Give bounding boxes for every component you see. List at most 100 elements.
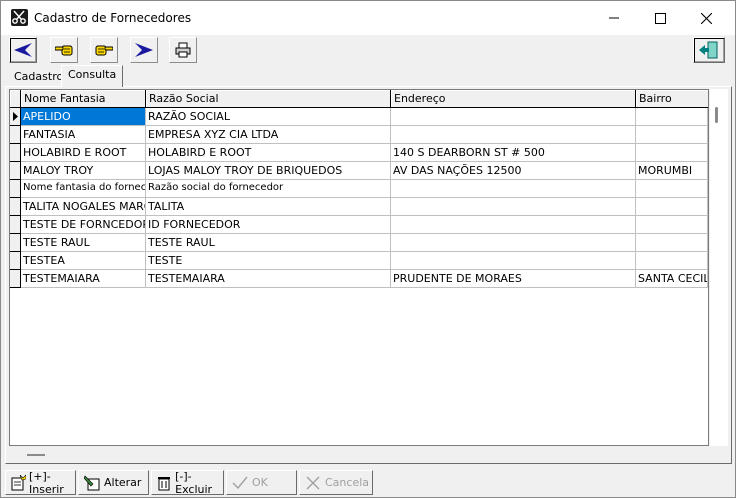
cell-nome-fantasia[interactable]: MALOY TROY [21, 162, 146, 180]
app-scissors-icon [11, 9, 28, 26]
cell-nome-fantasia[interactable]: TESTE RAUL [21, 234, 146, 252]
grid-vertical-scrollbar[interactable] [710, 89, 728, 446]
cell-bairro[interactable] [636, 198, 708, 216]
action-bar: [+]-Inserir Alterar [-]-Excluir OK Cance… [1, 467, 735, 497]
ok-button[interactable]: OK [226, 470, 297, 495]
cell-nome-fantasia[interactable]: TESTEMAIARA [21, 270, 146, 288]
column-header-bairro[interactable]: Bairro [636, 90, 708, 107]
column-header-razao-social[interactable]: Razão Social [146, 90, 391, 107]
row-indicator [10, 270, 21, 288]
exit-door-icon [699, 41, 719, 59]
trash-icon [156, 474, 172, 492]
cell-razao-social[interactable]: LOJAS MALOY TROY DE BRIQUEDOS [146, 162, 391, 180]
cell-bairro[interactable] [636, 216, 708, 234]
table-row[interactable]: TESTE RAUL TESTE RAUL [21, 234, 708, 252]
cell-bairro[interactable] [636, 126, 708, 144]
cell-endereco[interactable] [391, 252, 636, 270]
horizontal-scroll-thumb[interactable] [27, 454, 45, 456]
cell-nome-fantasia[interactable]: APELIDO [21, 108, 146, 126]
cell-bairro[interactable]: SANTA CECILIA [636, 270, 708, 288]
cell-nome-fantasia[interactable]: HOLABIRD E ROOT [21, 144, 146, 162]
table-row[interactable]: TESTEA TESTE [21, 252, 708, 270]
column-header-nome-fantasia[interactable]: Nome Fantasia [21, 90, 146, 107]
edit-button[interactable]: Alterar [78, 470, 149, 495]
next-record-button[interactable] [90, 37, 118, 63]
maximize-icon [654, 12, 666, 24]
cell-bairro[interactable] [636, 108, 708, 126]
cancel-button[interactable]: Cancela [299, 470, 373, 495]
table-row[interactable]: Nome fantasia do fornecedor Razão social… [21, 180, 708, 198]
table-row[interactable]: TESTEMAIARA TESTEMAIARA PRUDENTE DE MORA… [21, 270, 708, 288]
close-icon [700, 12, 712, 24]
cell-bairro[interactable]: MORUMBI [636, 162, 708, 180]
table-row[interactable]: APELIDO RAZÃO SOCIAL [21, 108, 708, 126]
checkmark-icon [231, 474, 249, 492]
cell-razao-social[interactable]: RAZÃO SOCIAL [146, 108, 391, 126]
cell-endereco[interactable] [391, 234, 636, 252]
cell-razao-social[interactable]: TESTE [146, 252, 391, 270]
cell-bairro[interactable] [636, 234, 708, 252]
cancel-button-label: Cancela [325, 476, 370, 489]
insert-button[interactable]: [+]-Inserir [5, 469, 76, 496]
printer-icon [175, 42, 191, 58]
cell-nome-fantasia[interactable]: TALITA NOGALES MARQUES [21, 198, 146, 216]
cell-endereco[interactable]: 140 S DEARBORN ST # 500 [391, 144, 636, 162]
cell-bairro[interactable] [636, 144, 708, 162]
row-indicator [10, 252, 21, 270]
table-row[interactable]: TESTE DE FORNCEDOR ID FORNECEDOR [21, 216, 708, 234]
last-record-button[interactable] [130, 37, 158, 63]
tab-strip: Cadastro Consulta [5, 65, 731, 87]
cell-razao-social[interactable]: HOLABIRD E ROOT [146, 144, 391, 162]
print-button[interactable] [169, 37, 197, 63]
table-row[interactable]: HOLABIRD E ROOT HOLABIRD E ROOT 140 S DE… [21, 144, 708, 162]
suppliers-grid[interactable]: Nome Fantasia Razão Social Endereço Bair… [9, 89, 709, 446]
row-indicator [10, 234, 21, 252]
cell-bairro[interactable] [636, 252, 708, 270]
cell-nome-fantasia[interactable]: TESTEA [21, 252, 146, 270]
cell-endereco[interactable] [391, 216, 636, 234]
cell-endereco[interactable]: AV DAS NAÇÕES 12500 [391, 162, 636, 180]
cell-endereco[interactable] [391, 198, 636, 216]
cell-razao-social[interactable]: TESTEMAIARA [146, 270, 391, 288]
cell-razao-social[interactable]: Razão social do fornecedor [146, 180, 391, 198]
toolbar [1, 35, 735, 67]
delete-button[interactable]: [-]-Excluir [151, 470, 224, 496]
grid-header: Nome Fantasia Razão Social Endereço Bair… [10, 90, 708, 108]
row-indicator [10, 126, 21, 144]
table-row[interactable]: MALOY TROY LOJAS MALOY TROY DE BRIQUEDOS… [21, 162, 708, 180]
tab-consulta[interactable]: Consulta [61, 65, 124, 87]
cell-nome-fantasia[interactable]: Nome fantasia do fornecedor [21, 180, 146, 198]
vertical-scroll-thumb[interactable] [715, 107, 718, 123]
cell-endereco[interactable] [391, 180, 636, 198]
table-row[interactable]: TALITA NOGALES MARQUES TALITA [21, 198, 708, 216]
cell-razao-social[interactable]: TALITA [146, 198, 391, 216]
minimize-button[interactable] [591, 1, 637, 35]
first-record-button[interactable] [9, 37, 37, 63]
cell-nome-fantasia[interactable]: FANTASIA [21, 126, 146, 144]
current-row-indicator [10, 108, 21, 126]
cell-bairro[interactable] [636, 180, 708, 198]
cell-razao-social[interactable]: ID FORNECEDOR [146, 216, 391, 234]
arrow-right-icon [135, 43, 153, 57]
maximize-button[interactable] [637, 1, 683, 35]
cross-icon [304, 474, 322, 492]
insert-record-icon [10, 474, 26, 492]
arrow-left-icon [14, 43, 32, 57]
window-title: Cadastro de Fornecedores [34, 11, 192, 25]
cell-nome-fantasia[interactable]: TESTE DE FORNCEDOR [21, 216, 146, 234]
cell-endereco[interactable] [391, 108, 636, 126]
cell-razao-social[interactable]: EMPRESA XYZ CIA LTDA [146, 126, 391, 144]
table-row[interactable]: FANTASIA EMPRESA XYZ CIA LTDA [21, 126, 708, 144]
cell-endereco[interactable] [391, 126, 636, 144]
edit-record-icon [83, 474, 101, 492]
cell-razao-social[interactable]: TESTE RAUL [146, 234, 391, 252]
column-header-endereco[interactable]: Endereço [391, 90, 636, 107]
close-button[interactable] [683, 1, 729, 35]
insert-button-label: [+]-Inserir [29, 469, 64, 496]
header-indicator-cell [10, 90, 21, 107]
exit-button[interactable] [693, 37, 725, 63]
previous-record-button[interactable] [50, 37, 78, 63]
hand-pointing-left-icon [55, 43, 73, 57]
cell-endereco[interactable]: PRUDENTE DE MORAES [391, 270, 636, 288]
ok-button-label: OK [252, 476, 268, 489]
